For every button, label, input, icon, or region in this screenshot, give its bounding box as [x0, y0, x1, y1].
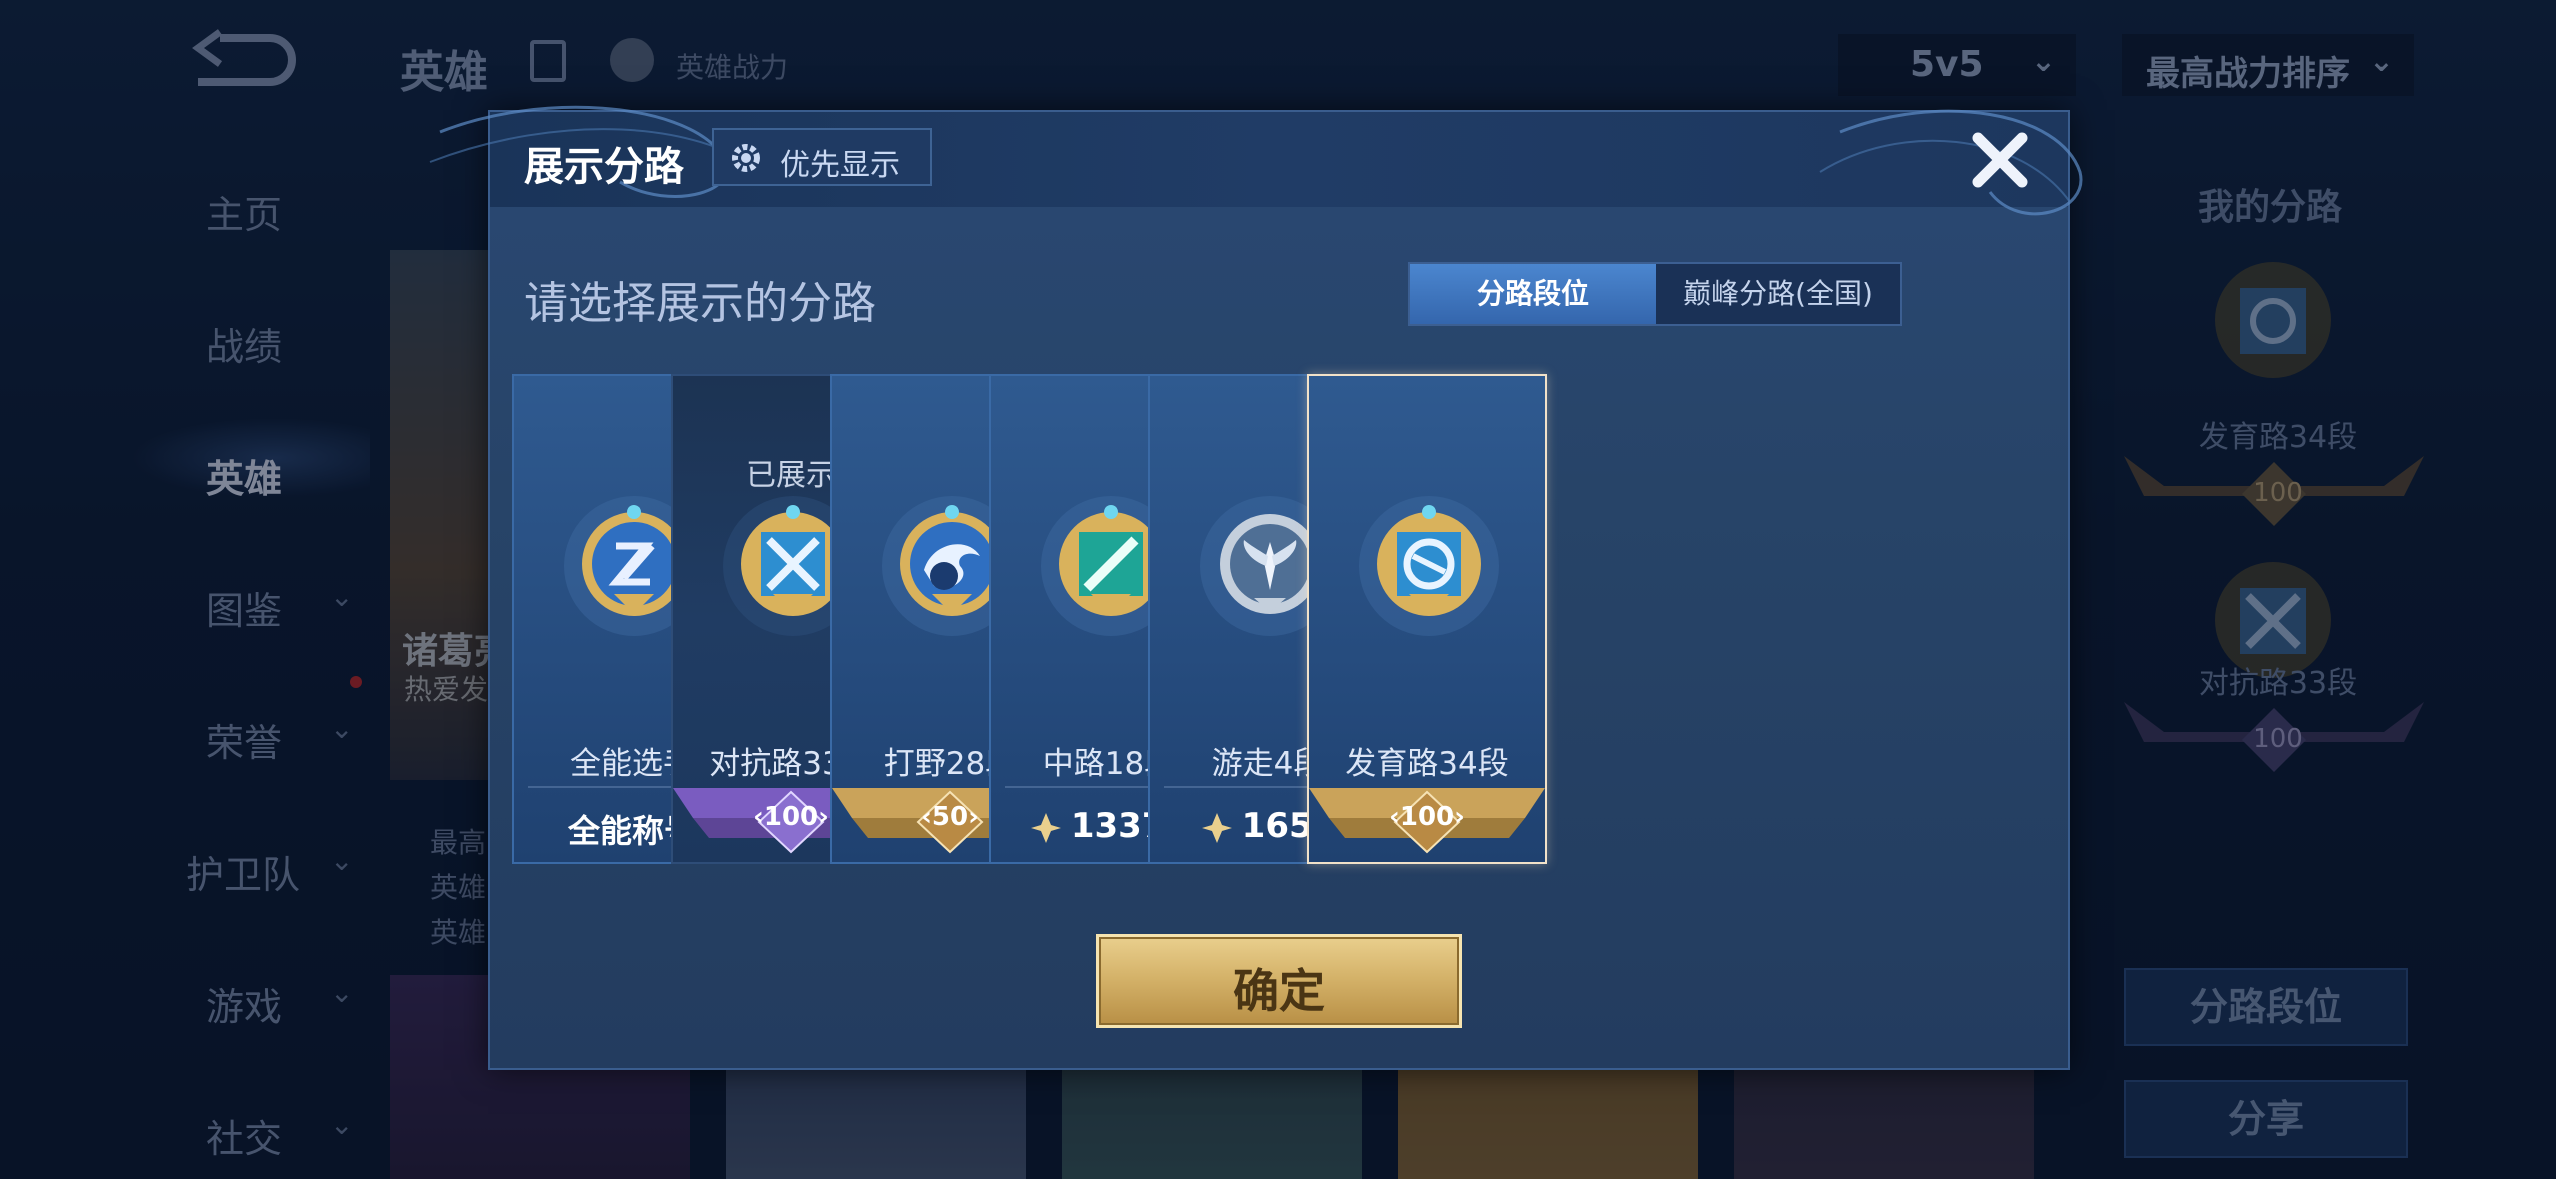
confirm-button[interactable]: 确定 — [1096, 934, 1462, 1028]
lane-card-list: 全能选手 全能称号 已展示 对抗路33段 ‹100› 打野28段 ‹50› 中路… — [512, 374, 2052, 864]
gear-icon — [732, 144, 760, 172]
tab-peak-lane[interactable]: 巅峰分路(全国) — [1656, 264, 1900, 324]
lane-card-farm[interactable]: 发育路34段 ‹100› — [1307, 374, 1547, 864]
farm-lane-medal-icon — [1359, 496, 1499, 636]
peak-points-icon — [1201, 812, 1232, 843]
lane-tabs: 分路段位 巅峰分路(全国) — [1408, 262, 1902, 326]
lane-card-footer: ‹100› — [1309, 788, 1545, 862]
confirm-label: 确定 — [1233, 964, 1325, 1018]
lane-card-name: 发育路34段 — [1345, 746, 1509, 782]
dialog-title: 展示分路 — [524, 144, 684, 190]
rank-points: ‹100› — [1389, 802, 1465, 832]
dialog-subtitle: 请选择展示的分路 — [524, 278, 876, 329]
priority-display-label: 优先显示 — [780, 148, 900, 183]
lane-display-dialog: 展示分路 优先显示 请选择展示的分路 分路段位 巅峰分路(全国) 全能选手 全能… — [429, 105, 2083, 1070]
peak-points-icon — [1030, 812, 1061, 843]
close-icon[interactable] — [1966, 126, 2034, 194]
tab-lane-rank[interactable]: 分路段位 — [1410, 264, 1656, 324]
priority-display-button[interactable]: 优先显示 — [712, 128, 932, 186]
